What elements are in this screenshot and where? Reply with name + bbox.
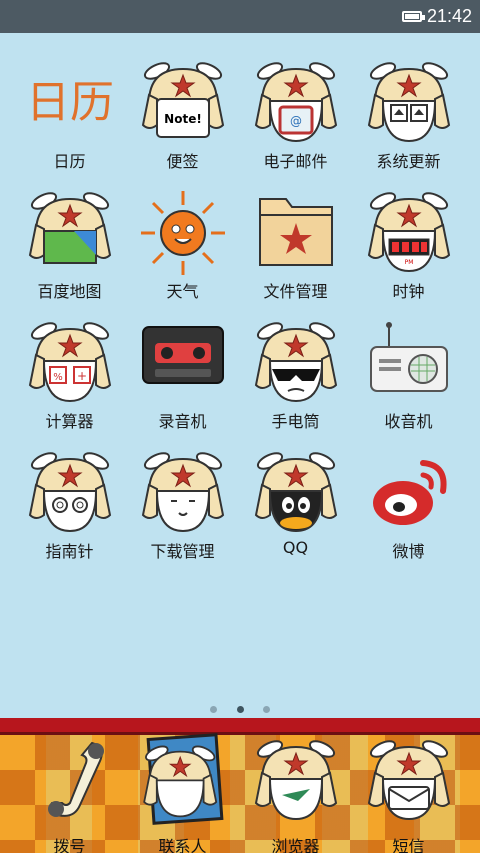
clock-time: 21:42 bbox=[426, 6, 472, 26]
calculator-icon: % + bbox=[22, 315, 118, 411]
app-calendar[interactable]: 日历 日历 bbox=[13, 55, 126, 175]
app-qq[interactable]: QQ bbox=[239, 445, 352, 565]
app-radio[interactable]: 收音机 bbox=[352, 315, 465, 435]
app-label: 文件管理 bbox=[263, 282, 328, 301]
dock-browser[interactable]: 浏览器 bbox=[239, 733, 352, 853]
app-baidu-map[interactable]: 百度地图 bbox=[13, 185, 126, 305]
app-label: 手电筒 bbox=[271, 412, 320, 431]
app-clock[interactable]: PM 时钟 bbox=[352, 185, 465, 305]
system-update-icon bbox=[361, 55, 457, 151]
app-weibo[interactable]: 微博 bbox=[352, 445, 465, 565]
battery-icon bbox=[402, 11, 425, 22]
app-weather[interactable]: 天气 bbox=[126, 185, 239, 305]
dock-phone[interactable]: 拨号 bbox=[13, 733, 126, 853]
contacts-icon bbox=[135, 733, 231, 829]
dock: 拨号 联系人 浏览器 短信 bbox=[0, 718, 480, 853]
notes-icon: Note! bbox=[135, 55, 231, 151]
clock-icon: PM bbox=[361, 185, 457, 281]
app-label: 下载管理 bbox=[150, 542, 215, 561]
app-label: QQ bbox=[282, 538, 309, 557]
app-notes[interactable]: Note! 便签 bbox=[126, 55, 239, 175]
download-manager-icon bbox=[135, 445, 231, 541]
app-calculator[interactable]: % + 计算器 bbox=[13, 315, 126, 435]
page-dot[interactable] bbox=[262, 706, 270, 713]
dock-contacts[interactable]: 联系人 bbox=[126, 733, 239, 853]
svg-text:%: % bbox=[53, 372, 63, 383]
svg-text:日历: 日历 bbox=[26, 77, 114, 128]
recorder-icon bbox=[135, 315, 231, 411]
weibo-icon bbox=[361, 445, 457, 541]
svg-text:+: + bbox=[76, 369, 86, 383]
status-bar: 21:42 bbox=[0, 0, 480, 33]
flashlight-icon bbox=[248, 315, 344, 411]
compass-icon bbox=[22, 445, 118, 541]
app-label: 指南针 bbox=[45, 542, 94, 561]
dock-label: 浏览器 bbox=[271, 837, 320, 853]
page-dot-active[interactable] bbox=[236, 706, 244, 713]
app-download-manager[interactable]: 下载管理 bbox=[126, 445, 239, 565]
calendar-icon: 日历 bbox=[22, 55, 118, 151]
qq-icon bbox=[248, 445, 344, 541]
dock-label: 联系人 bbox=[158, 837, 207, 853]
weather-icon bbox=[135, 185, 231, 281]
baidu-map-icon bbox=[22, 185, 118, 281]
phone-icon bbox=[22, 733, 118, 829]
app-label: 百度地图 bbox=[37, 282, 102, 301]
email-icon: @ bbox=[248, 55, 344, 151]
app-email[interactable]: @ 电子邮件 bbox=[239, 55, 352, 175]
app-flashlight[interactable]: 手电筒 bbox=[239, 315, 352, 435]
app-label: 微博 bbox=[392, 542, 425, 561]
dock-label: 短信 bbox=[392, 837, 425, 853]
app-label: 日历 bbox=[53, 152, 86, 171]
page-indicator bbox=[0, 698, 480, 717]
file-manager-icon bbox=[248, 185, 344, 281]
dock-sms[interactable]: 短信 bbox=[352, 733, 465, 853]
app-label: 录音机 bbox=[158, 412, 207, 431]
dock-label: 拨号 bbox=[53, 837, 86, 853]
app-compass[interactable]: 指南针 bbox=[13, 445, 126, 565]
app-label: 天气 bbox=[166, 282, 199, 301]
app-file-manager[interactable]: 文件管理 bbox=[239, 185, 352, 305]
radio-icon bbox=[361, 315, 457, 411]
app-label: 系统更新 bbox=[376, 152, 441, 171]
svg-text:Note!: Note! bbox=[164, 112, 202, 126]
app-label: 计算器 bbox=[45, 412, 94, 431]
app-recorder[interactable]: 录音机 bbox=[126, 315, 239, 435]
browser-icon bbox=[248, 733, 344, 829]
app-label: 电子邮件 bbox=[263, 152, 328, 171]
app-label: 收音机 bbox=[384, 412, 433, 431]
svg-text:PM: PM bbox=[404, 259, 413, 266]
app-label: 便签 bbox=[166, 152, 199, 171]
page-dot[interactable] bbox=[210, 706, 218, 713]
sms-icon bbox=[361, 733, 457, 829]
svg-text:@: @ bbox=[290, 114, 302, 128]
app-system-update[interactable]: 系统更新 bbox=[352, 55, 465, 175]
app-label: 时钟 bbox=[392, 282, 425, 301]
